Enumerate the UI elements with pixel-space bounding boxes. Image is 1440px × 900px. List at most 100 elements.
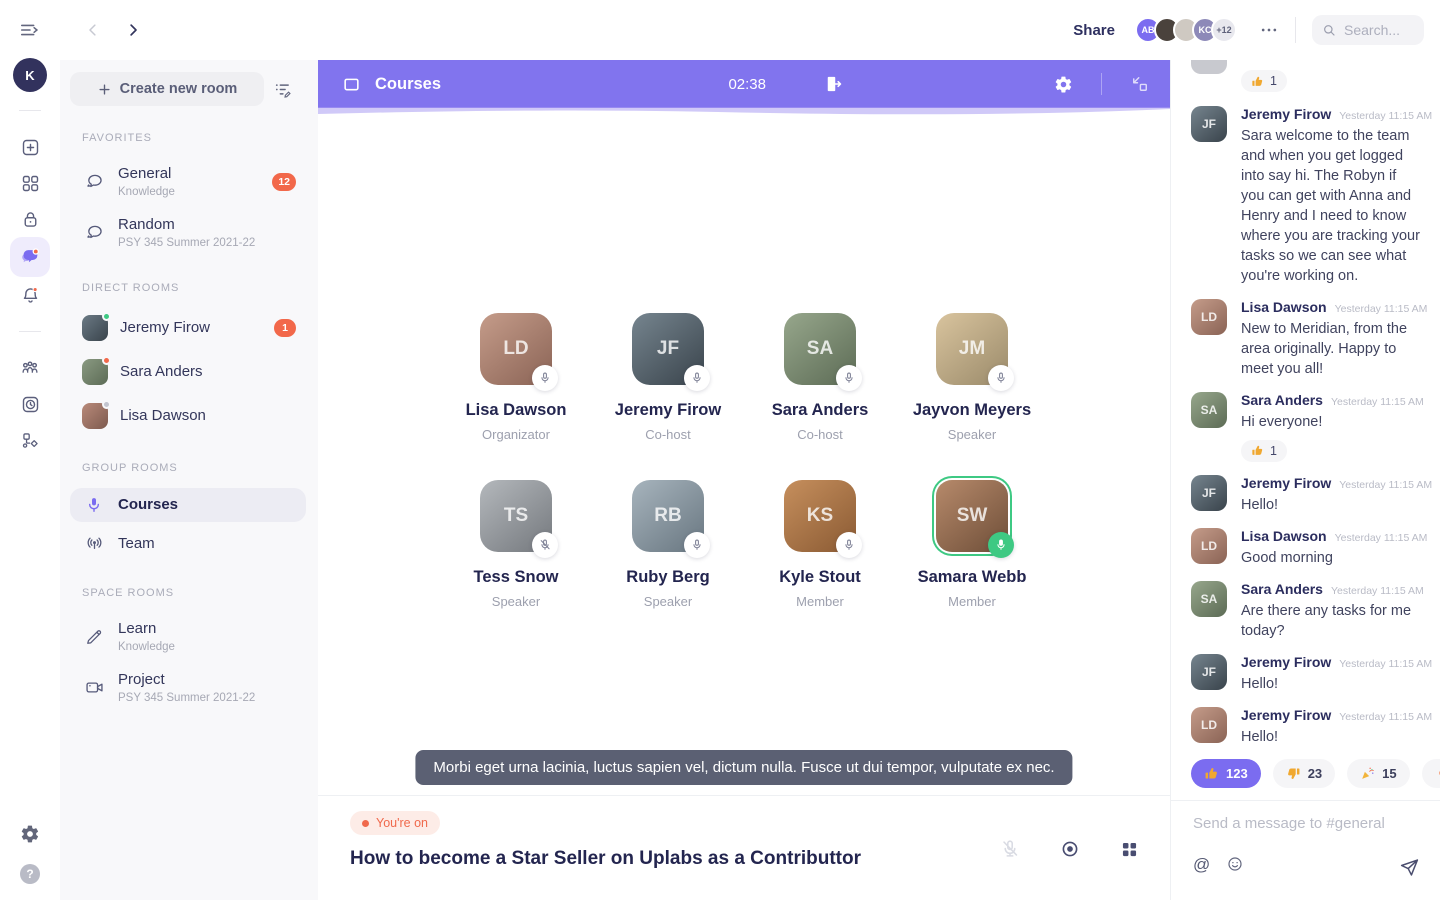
chat-message: LD Jeremy FirowYesterday 11:15 AM Hello!: [1191, 707, 1422, 747]
workspace-avatar[interactable]: K: [13, 58, 47, 92]
sidebar-item-project[interactable]: Project PSY 345 Summer 2021-22: [70, 664, 306, 711]
participant-name: Jayvon Meyers: [896, 401, 1048, 420]
avatar: JF: [1191, 106, 1227, 142]
leave-call-icon[interactable]: [824, 74, 844, 94]
reaction-party[interactable]: 15: [1347, 759, 1409, 788]
sidebar-item-courses[interactable]: Courses: [70, 488, 306, 522]
avatar: [82, 315, 108, 341]
notifications-bell-icon[interactable]: [10, 277, 50, 313]
chat-message: SA Sara AndersYesterday 11:15 AM Are the…: [1191, 581, 1422, 641]
message-text: Hi everyone!: [1241, 412, 1422, 432]
sidebar-item-general[interactable]: General Knowledge 12: [70, 158, 306, 205]
settings-gear-icon[interactable]: [10, 816, 50, 852]
lock-icon[interactable]: [10, 201, 50, 237]
message-text: Hi all, excited for this class: [1241, 60, 1412, 62]
section-direct-rooms: DIRECT ROOMS Jeremy Firow 1 Sara Anders: [70, 282, 306, 436]
message-author: Lisa Dawson: [1241, 299, 1327, 315]
message-input[interactable]: [1193, 815, 1420, 832]
broadcast-icon: [82, 533, 106, 554]
mic-on-icon[interactable]: [988, 365, 1014, 391]
participant-tile[interactable]: JM Jayvon Meyers Speaker: [896, 313, 1048, 442]
grid-view-icon[interactable]: [1115, 835, 1144, 864]
participant-tile-speaking[interactable]: SW Samara Webb Member: [896, 480, 1048, 609]
chat-message-list[interactable]: Hi all, excited for this class 1 JF Jere…: [1171, 60, 1440, 753]
participant-role: Organizator: [440, 427, 592, 442]
message-text: Hello!: [1241, 495, 1422, 515]
sidebar-item-random[interactable]: Random PSY 345 Summer 2021-22: [70, 209, 306, 256]
schedule-clock-icon[interactable]: [10, 386, 50, 422]
chats-icon[interactable]: [10, 237, 50, 277]
room-tasklist-icon[interactable]: [272, 72, 306, 106]
avatar: JF: [1191, 654, 1227, 690]
live-caption: Morbi eget urna lacinia, luctus sapien v…: [415, 750, 1072, 785]
live-dot: [362, 820, 369, 827]
mic-muted-icon[interactable]: [995, 834, 1025, 864]
back-button[interactable]: [80, 17, 106, 43]
chat-panel: Hi all, excited for this class 1 JF Jere…: [1170, 60, 1440, 900]
call-settings-gear-icon[interactable]: [1054, 75, 1073, 94]
reaction-fire[interactable]: 3: [1422, 759, 1440, 788]
youre-on-badge: You're on: [350, 811, 440, 835]
section-label: DIRECT ROOMS: [70, 282, 306, 294]
mic-on-icon[interactable]: [532, 365, 558, 391]
section-group-rooms: GROUP ROOMS Courses Team: [70, 462, 306, 561]
participant-tile[interactable]: SA Sara Anders Co-host: [744, 313, 896, 442]
fire-icon: [1435, 766, 1440, 781]
participant-name: Ruby Berg: [592, 568, 744, 587]
sidebar-item-jeremy-firow[interactable]: Jeremy Firow 1: [70, 308, 306, 348]
record-icon[interactable]: [1055, 834, 1085, 864]
participant-name: Kyle Stout: [744, 568, 896, 587]
message-timestamp: Yesterday 11:15 AM: [1335, 532, 1428, 544]
forward-button[interactable]: [120, 17, 146, 43]
participant-tile[interactable]: KS Kyle Stout Member: [744, 480, 896, 609]
participant-name: Sara Anders: [744, 401, 896, 420]
sidebar-item-lisa-dawson[interactable]: Lisa Dawson: [70, 396, 306, 436]
mic-active-icon[interactable]: [988, 532, 1014, 558]
sidebar-item-team[interactable]: Team: [70, 526, 306, 561]
sidebar-item-learn[interactable]: Learn Knowledge: [70, 613, 306, 660]
new-item-icon[interactable]: [10, 129, 50, 165]
party-icon: [1360, 766, 1375, 781]
share-button[interactable]: Share: [1073, 22, 1115, 39]
send-message-icon[interactable]: [1399, 857, 1420, 878]
mention-icon[interactable]: @: [1193, 856, 1210, 873]
emoji-icon[interactable]: [1226, 855, 1244, 873]
mic-on-icon[interactable]: [836, 532, 862, 558]
room-subtitle: PSY 345 Summer 2021-22: [118, 237, 296, 249]
reaction-thumbs-up[interactable]: 123: [1191, 759, 1261, 788]
room-name: General: [118, 165, 171, 182]
message-timestamp: Yesterday 11:15 AM: [1339, 711, 1432, 723]
room-name: Courses: [118, 496, 178, 513]
mic-on-icon[interactable]: [684, 532, 710, 558]
sidebar-toggle-icon[interactable]: [15, 15, 45, 45]
collapse-view-icon[interactable]: [1130, 74, 1150, 94]
participant-avatar-stack[interactable]: AB KC +12: [1135, 17, 1237, 43]
microphone-icon: [82, 495, 106, 515]
message-reaction-chip[interactable]: 1: [1241, 440, 1287, 462]
reaction-thumbs-down[interactable]: 23: [1273, 759, 1335, 788]
people-icon[interactable]: [10, 350, 50, 386]
avatar: SA: [1191, 392, 1227, 428]
participant-tile[interactable]: JF Jeremy Firow Co-host: [592, 313, 744, 442]
participant-tile[interactable]: TS Tess Snow Speaker: [440, 480, 592, 609]
participant-tile[interactable]: LD Lisa Dawson Organizator: [440, 313, 592, 442]
call-panel: Courses 02:38 LD: [318, 60, 1170, 900]
chat-message: JF Jeremy FirowYesterday 11:15 AM Hello!: [1191, 654, 1422, 694]
more-options-icon[interactable]: [1255, 16, 1283, 44]
chat-message: JF Jeremy FirowYesterday 11:15 AM Hello!: [1191, 475, 1422, 515]
help-icon[interactable]: ?: [10, 860, 50, 888]
mic-on-icon[interactable]: [836, 365, 862, 391]
workflow-icon[interactable]: [10, 422, 50, 458]
dashboard-icon[interactable]: [10, 165, 50, 201]
sidebar-item-sara-anders[interactable]: Sara Anders: [70, 352, 306, 392]
create-new-room-button[interactable]: Create new room: [70, 72, 264, 106]
rail-divider: [19, 331, 41, 332]
dm-name: Lisa Dawson: [120, 407, 206, 424]
mic-off-icon[interactable]: [532, 532, 558, 558]
message-author: Jeremy Firow: [1241, 654, 1331, 670]
mic-on-icon[interactable]: [684, 365, 710, 391]
participant-tile[interactable]: RB Ruby Berg Speaker: [592, 480, 744, 609]
participants-area: LD Lisa Dawson Organizator JF Jeremy Fir…: [318, 117, 1170, 795]
chat-message: LD Lisa DawsonYesterday 11:15 AM New to …: [1191, 299, 1422, 379]
message-reaction-chip[interactable]: 1: [1241, 70, 1287, 92]
